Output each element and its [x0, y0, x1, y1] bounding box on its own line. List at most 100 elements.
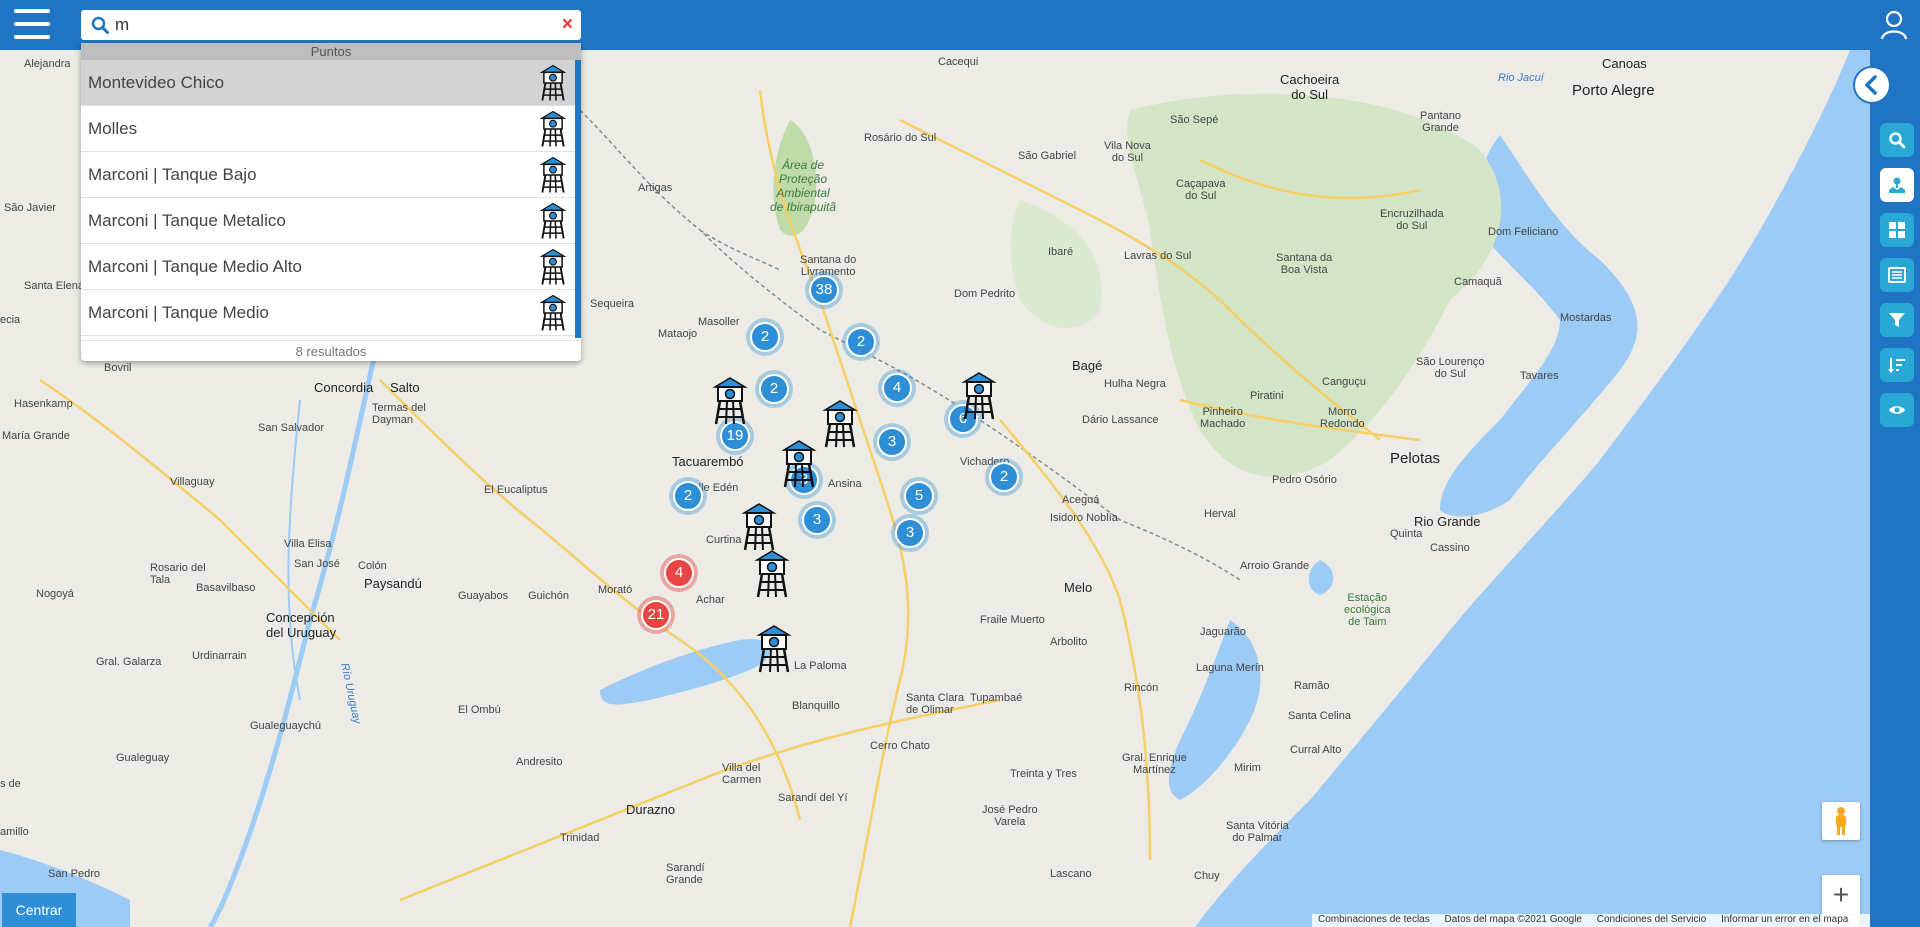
map-label: Salto — [390, 380, 420, 395]
map-label: Dário Lassance — [1082, 414, 1159, 426]
marker-cluster[interactable]: 2 — [842, 323, 880, 361]
sidebar-search-button[interactable] — [1880, 123, 1914, 157]
map-label: Melo — [1064, 580, 1093, 595]
result-item[interactable]: Montevideo Chico — [81, 60, 575, 106]
map-label: Santana da Boa Vista — [1276, 252, 1333, 276]
map-label: Colón — [358, 560, 387, 572]
zoom-in-button[interactable]: + — [1822, 875, 1860, 915]
sidebar-list-button[interactable] — [1880, 258, 1914, 292]
sort-icon — [1888, 358, 1905, 373]
map-label: Andresito — [516, 756, 563, 768]
water-tower-icon — [539, 110, 567, 147]
result-item[interactable]: Marconi | Tanque Medio — [81, 290, 575, 336]
map-label: Ibaré — [1048, 246, 1074, 258]
map-label: Pantano Grande — [1420, 110, 1461, 134]
filter-icon — [1889, 313, 1905, 327]
map-label: Achar — [696, 594, 725, 606]
map-label: Treinta y Tres — [1010, 768, 1077, 780]
marker-cluster[interactable]: 4 — [878, 369, 916, 407]
map-label: Cachoeira do Sul — [1280, 72, 1340, 102]
map-label: Canguçu — [1322, 376, 1367, 388]
map-label: Artigas — [638, 182, 673, 194]
report-error-link[interactable]: Informar un error en el mapa — [1721, 914, 1848, 925]
sidebar-map-button[interactable] — [1880, 168, 1914, 202]
map-label: Guichón — [528, 590, 569, 602]
water-tower-marker-icon[interactable] — [822, 399, 858, 454]
results-list: Montevideo Chico Molles Marconi | Tanque… — [81, 60, 575, 338]
dropdown-scrollbar[interactable] — [575, 60, 581, 338]
map-label: Porto Alegre — [1572, 82, 1655, 99]
water-tower-icon — [539, 156, 567, 193]
map-label: San José — [294, 558, 340, 570]
map-label: São Javier — [4, 202, 56, 214]
map-label: Aceguá — [1062, 494, 1100, 506]
marker-cluster[interactable]: 2 — [669, 477, 707, 515]
sidebar-sort-button[interactable] — [1880, 348, 1914, 382]
map-label: São Gabriel — [1018, 150, 1077, 162]
map-label: Chuy — [1194, 870, 1220, 882]
map-label: Morató — [598, 584, 633, 596]
result-label: Montevideo Chico — [88, 73, 225, 92]
search-icon — [1889, 132, 1906, 149]
water-tower-marker-icon[interactable] — [961, 371, 997, 426]
water-tower-icon — [539, 202, 567, 239]
map-label: s de — [0, 778, 21, 790]
map-label: Santa Elena — [24, 280, 84, 292]
marker-cluster[interactable]: 2 — [755, 370, 793, 408]
map-label: Termas del Dayman — [372, 402, 426, 426]
marker-cluster[interactable]: 3 — [891, 514, 929, 552]
marker-cluster[interactable]: 2 — [746, 318, 784, 356]
map-label: Basavilbaso — [196, 582, 256, 594]
center-button[interactable]: Centrar — [2, 893, 76, 927]
menu-icon[interactable] — [14, 9, 50, 39]
keyboard-shortcuts-link[interactable]: Combinaciones de teclas — [1318, 914, 1430, 925]
marker-cluster[interactable]: 4 — [660, 554, 698, 592]
clear-search-icon[interactable]: × — [562, 14, 573, 36]
sidebar-visibility-button[interactable] — [1880, 393, 1914, 427]
map-label: Durazno — [626, 802, 676, 817]
sidebar-grid-button[interactable] — [1880, 213, 1914, 247]
marker-cluster[interactable]: 3 — [873, 423, 911, 461]
search-results-dropdown: Puntos Montevideo Chico Molles Marconi |… — [81, 43, 581, 361]
eye-icon — [1889, 406, 1905, 414]
map-label: São Lourenço do Sul — [1416, 356, 1485, 380]
terms-link[interactable]: Condiciones del Servicio — [1597, 914, 1707, 925]
water-tower-marker-icon[interactable] — [756, 624, 792, 679]
map-label: Caçapava do Sul — [1176, 178, 1226, 202]
result-item[interactable]: Marconi | Tanque Bajo — [81, 152, 575, 198]
map-label: Blanquillo — [792, 700, 840, 712]
result-item[interactable]: Marconi | Tanque Medio Alto — [81, 244, 575, 290]
map-label: Canoas — [1602, 56, 1647, 71]
marker-cluster[interactable]: 38 — [805, 271, 843, 309]
map-label: Tavares — [1520, 370, 1559, 382]
user-icon[interactable] — [1880, 10, 1908, 45]
water-tower-marker-icon[interactable] — [781, 439, 817, 494]
list-icon — [1888, 267, 1906, 283]
result-item[interactable]: Marconi | Tanque Metalico — [81, 198, 575, 244]
marker-cluster[interactable]: 3 — [798, 501, 836, 539]
map-label: amillo — [0, 826, 29, 838]
marker-cluster[interactable]: 21 — [637, 596, 675, 634]
search-input[interactable] — [115, 10, 535, 40]
result-item[interactable]: Molles — [81, 106, 575, 152]
water-tower-marker-icon[interactable] — [712, 376, 748, 431]
map-label: Paysandú — [364, 576, 422, 591]
marker-cluster[interactable]: 5 — [900, 477, 938, 515]
grid-icon — [1889, 222, 1905, 238]
street-view-pegman-icon[interactable] — [1822, 802, 1860, 840]
map-label: La Paloma — [794, 660, 847, 672]
map-label: Encruzilhada do Sul — [1380, 208, 1444, 232]
map-label: Trinidad — [560, 832, 600, 844]
map-label: Mostardas — [1560, 312, 1612, 324]
map-label: Concordia — [314, 380, 374, 395]
result-label: Marconi | Tanque Medio — [88, 303, 269, 322]
water-tower-icon — [539, 294, 567, 331]
collapse-sidebar-button[interactable] — [1853, 66, 1891, 104]
sidebar-filter-button[interactable] — [1880, 303, 1914, 337]
map-label: Curral Alto — [1290, 744, 1342, 756]
map-label: Santa Celina — [1288, 710, 1351, 722]
map-label: Alejandra — [24, 58, 71, 70]
map-label: Isidoro Noblía — [1050, 512, 1118, 524]
water-tower-marker-icon[interactable] — [754, 549, 790, 604]
marker-cluster[interactable]: 2 — [985, 458, 1023, 496]
